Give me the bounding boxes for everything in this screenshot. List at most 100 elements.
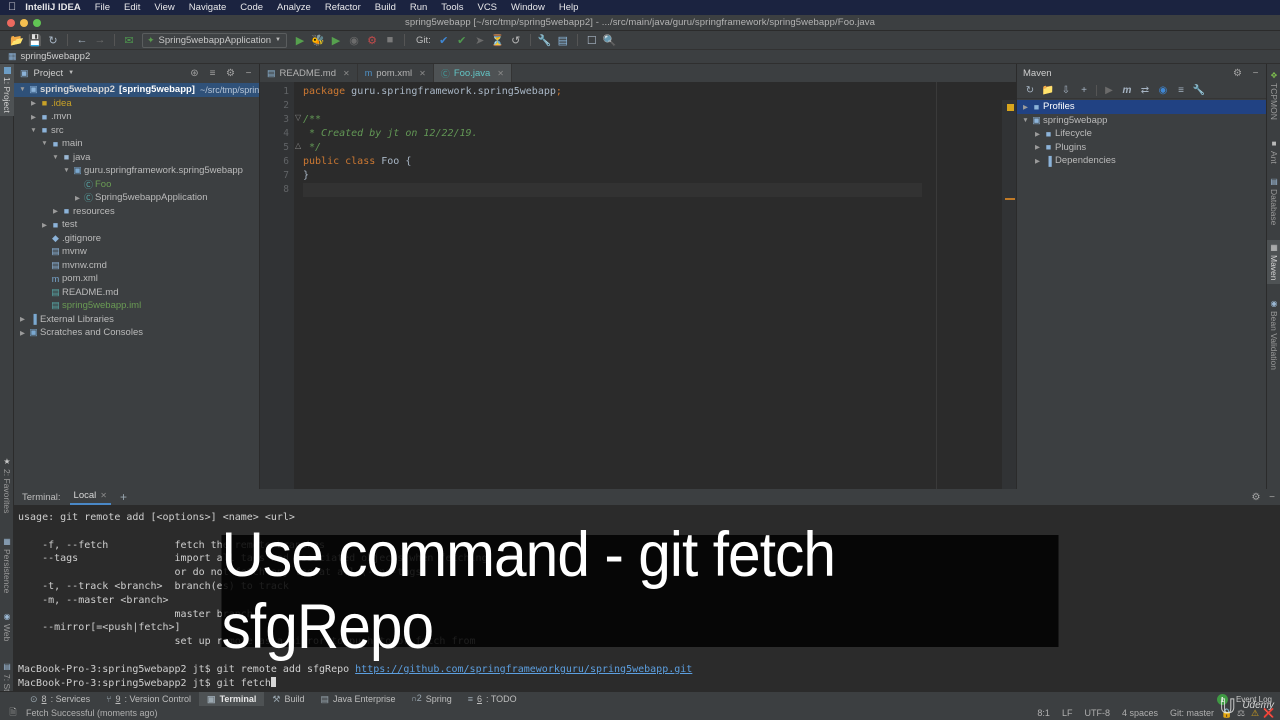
menu-item-analyze[interactable]: Analyze — [270, 0, 318, 15]
chevron-down-icon[interactable]: ▼ — [68, 70, 74, 76]
chevron-down-icon[interactable]: ▼ — [18, 86, 27, 93]
profiler-icon[interactable]: ◉ — [345, 32, 363, 49]
history-clock-icon[interactable]: ⏳ — [489, 32, 507, 49]
m-maven-icon[interactable]: m — [1118, 85, 1136, 96]
code-editor[interactable]: 1 2 3 4 5 6 7 8 ▽ △ package guru.springframewor… — [260, 82, 1016, 489]
project-tree-row[interactable]: ▤ spring5webapp.iml — [14, 299, 259, 313]
bottom-tab-terminal[interactable]: ▣ Terminal — [199, 691, 265, 707]
menu-item-navigate[interactable]: Navigate — [182, 0, 234, 15]
maven-tree[interactable]: ▶ ■ Profiles ▼ ▣ spring5webapp ▶ ■ Lifecycle ▶ ■ Pl… — [1017, 99, 1266, 168]
minimize-icon[interactable]: − — [1264, 492, 1280, 503]
sidebar-item-tcpmon[interactable]: ✥ TCPMON — [1267, 68, 1280, 123]
run-with-coverage-icon[interactable]: ▶ — [327, 32, 345, 49]
line-separator[interactable]: LF — [1056, 708, 1079, 718]
bottom-tab-spring[interactable]: ဂ2 Spring — [404, 692, 460, 707]
menu-item-view[interactable]: View — [147, 0, 181, 15]
project-tree-row[interactable]: ▶ ■ resources — [14, 205, 259, 219]
inspection-summary-marker[interactable] — [1007, 104, 1014, 111]
minimize-icon[interactable]: − — [242, 68, 255, 79]
github-repo-link[interactable]: https://github.com/springframeworkguru/s… — [355, 664, 692, 675]
chevron-right-icon[interactable]: ▶ — [1021, 103, 1030, 111]
indent-setting[interactable]: 4 spaces — [1116, 708, 1164, 718]
toggle-skip-tests-icon[interactable]: ⇄ — [1136, 85, 1154, 96]
gear-icon[interactable]: ⚙ — [1231, 68, 1244, 79]
project-tree-row[interactable]: ▶ ■ test — [14, 218, 259, 232]
caret-position[interactable]: 8:1 — [1031, 708, 1056, 718]
project-tree-row[interactable]: m pom.xml — [14, 272, 259, 286]
close-icon[interactable]: ✕ — [497, 69, 504, 78]
chevron-right-icon[interactable]: ▶ — [29, 99, 38, 107]
sync-refresh-icon[interactable]: ↻ — [44, 32, 62, 49]
chevron-right-icon[interactable]: ▶ — [1033, 157, 1042, 165]
chevron-down-icon[interactable]: ▼ — [1021, 117, 1030, 124]
bottom-tab-build[interactable]: ⚒ Build — [264, 692, 312, 707]
editor-tab[interactable]: m pom.xml ✕ — [358, 64, 434, 82]
fold-marker-icon[interactable]: ▽ — [295, 113, 301, 122]
menu-item-edit[interactable]: Edit — [117, 0, 147, 15]
attach-debugger-icon[interactable]: ⚙ — [363, 32, 381, 49]
forward-arrow-icon[interactable]: → — [91, 32, 109, 49]
sidebar-item-bean-validation[interactable]: ◉ Bean Validation — [1267, 296, 1280, 373]
project-tree[interactable]: ▼ ▣ spring5webapp2 [spring5webapp] ~/src/tmp… — [14, 82, 259, 340]
back-arrow-icon[interactable]: ← — [73, 32, 91, 49]
terminal-output[interactable]: usage: git remote add [<options>] <name>… — [14, 506, 1280, 691]
menu-item-tools[interactable]: Tools — [434, 0, 470, 15]
sidebar-item-ant[interactable]: ■ Ant — [1267, 136, 1280, 167]
maven-tree-row[interactable]: ▶ ■ Lifecycle — [1017, 127, 1266, 141]
chevron-right-icon[interactable]: ▶ — [1033, 143, 1042, 151]
project-structure-icon[interactable]: ▤ — [554, 32, 572, 49]
project-tree-row[interactable]: ▶ ▐ External Libraries — [14, 313, 259, 327]
project-tree-row[interactable]: ▼ ■ main — [14, 137, 259, 151]
chevron-down-icon[interactable]: ▼ — [62, 167, 71, 174]
chevron-right-icon[interactable]: ▶ — [40, 221, 49, 229]
gear-icon[interactable]: ⚙ — [1248, 492, 1264, 503]
menu-item-build[interactable]: Build — [368, 0, 403, 15]
run-play-icon[interactable]: ▶ — [291, 32, 309, 49]
project-tree-row[interactable]: ▼ ■ java — [14, 151, 259, 165]
project-tree-row[interactable]: ▶ Ⓒ Spring5webappApplication — [14, 191, 259, 205]
project-tree-row[interactable]: ▤ README.md — [14, 286, 259, 300]
collapse-target-icon[interactable]: ⊛ — [188, 68, 201, 79]
gear-icon[interactable]: ⚙ — [224, 68, 237, 79]
message-icon[interactable]: 🗎 — [6, 705, 20, 720]
menu-item-vcs[interactable]: VCS — [470, 0, 504, 15]
chevron-right-icon[interactable]: ▶ — [73, 194, 82, 202]
generate-sources-icon[interactable]: 📁 — [1039, 85, 1057, 96]
git-branch-widget[interactable]: Git: master — [1164, 708, 1220, 718]
sidebar-item-database[interactable]: ▤ Database — [1267, 174, 1280, 228]
rollback-undo-icon[interactable]: ↺ — [507, 32, 525, 49]
menu-item-help[interactable]: Help — [552, 0, 586, 15]
collapse-icon[interactable]: ≡ — [1172, 85, 1190, 96]
editor-tab[interactable]: ▤ README.md ✕ — [260, 64, 358, 82]
bottom-tab-javaenterprise[interactable]: ▤ Java Enterprise — [313, 692, 404, 707]
offline-mode-icon[interactable]: ◉ — [1154, 85, 1172, 96]
breadcrumb[interactable]: spring5webapp2 — [21, 51, 91, 62]
chevron-right-icon[interactable]: ▶ — [18, 329, 27, 337]
minimize-icon[interactable]: − — [1249, 68, 1262, 79]
code-folding-gutter[interactable]: ▽ △ — [294, 82, 303, 489]
settings-wrench-icon[interactable]: 🔧 — [536, 32, 554, 49]
project-tree-row[interactable]: ▤ mvnw.cmd — [14, 259, 259, 273]
stop-icon[interactable]: ■ — [381, 32, 399, 49]
sidebar-item-maven[interactable]: ▦ Maven — [1267, 240, 1280, 284]
bottom-tab-services[interactable]: ⊙ 8: Services — [22, 692, 98, 707]
add-plus-icon[interactable]: + — [1075, 85, 1093, 96]
chevron-right-icon[interactable]: ▶ — [18, 315, 27, 323]
editor-scrollbar[interactable] — [1002, 100, 1016, 489]
menu-item-intellij-idea[interactable]: IntelliJ IDEA — [25, 0, 87, 15]
bottom-tab-todo[interactable]: ≡ 6: TODO — [460, 692, 525, 707]
run-play-icon[interactable]: ▶ — [1100, 85, 1118, 96]
project-tree-row[interactable]: ▼ ▣ guru.springframework.spring5webapp — [14, 164, 259, 178]
project-tree-row[interactable]: ▼ ■ src — [14, 124, 259, 138]
maven-tree-row[interactable]: ▶ ■ Profiles — [1017, 100, 1266, 114]
project-tree-row[interactable]: ▶ ■ .idea — [14, 97, 259, 111]
open-folder-icon[interactable]: 📂 — [8, 32, 26, 49]
menu-item-window[interactable]: Window — [504, 0, 552, 15]
close-icon[interactable]: ✕ — [100, 491, 107, 500]
select-in-icon[interactable]: ☐ — [583, 32, 601, 49]
menu-item-refactor[interactable]: Refactor — [318, 0, 368, 15]
project-tree-row[interactable]: Ⓒ Foo — [14, 178, 259, 192]
run-configuration-selector[interactable]: ✦ Spring5webappApplication ▼ — [142, 32, 287, 48]
chevron-right-icon[interactable]: ▶ — [51, 207, 60, 215]
chevron-right-icon[interactable]: ▶ — [1033, 130, 1042, 138]
